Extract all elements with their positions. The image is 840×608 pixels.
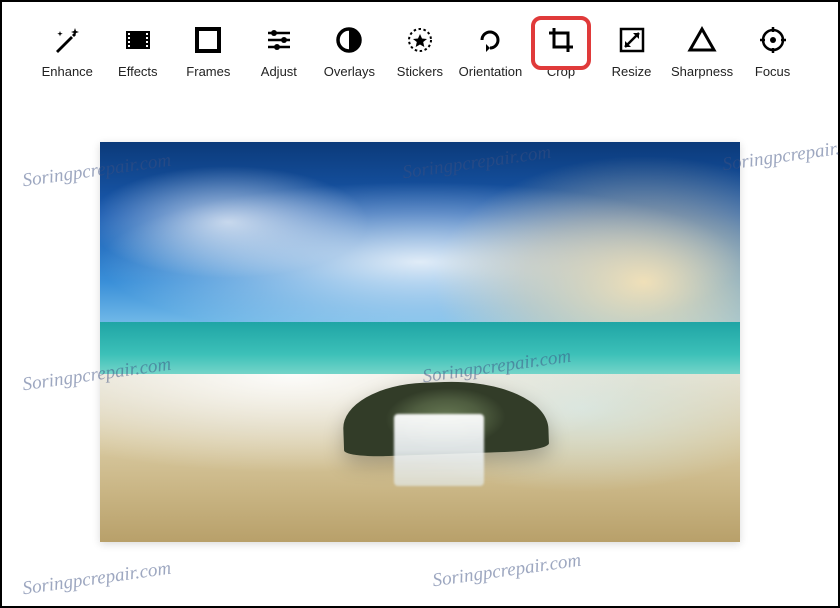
crop-icon bbox=[543, 22, 579, 58]
image-preview[interactable] bbox=[100, 142, 740, 542]
tool-enhance[interactable]: Enhance bbox=[33, 22, 101, 79]
tool-label: Crop bbox=[547, 64, 575, 79]
tool-adjust[interactable]: Adjust bbox=[245, 22, 313, 79]
focus-icon bbox=[755, 22, 791, 58]
tool-label: Overlays bbox=[324, 64, 375, 79]
tool-label: Focus bbox=[755, 64, 790, 79]
editor-toolbar: Enhance Effects Frames Adjust Overlays S… bbox=[2, 2, 838, 102]
enhance-icon bbox=[49, 22, 85, 58]
tool-label: Frames bbox=[186, 64, 230, 79]
tool-sharpness[interactable]: Sharpness bbox=[668, 22, 736, 79]
tool-overlays[interactable]: Overlays bbox=[315, 22, 383, 79]
stickers-icon bbox=[402, 22, 438, 58]
effects-icon bbox=[120, 22, 156, 58]
tool-crop[interactable]: Crop bbox=[527, 22, 595, 79]
tool-label: Enhance bbox=[42, 64, 93, 79]
tool-label: Effects bbox=[118, 64, 158, 79]
overlays-icon bbox=[331, 22, 367, 58]
tool-frames[interactable]: Frames bbox=[174, 22, 242, 79]
tool-resize[interactable]: Resize bbox=[598, 22, 666, 79]
tool-label: Sharpness bbox=[671, 64, 733, 79]
tool-focus[interactable]: Focus bbox=[739, 22, 807, 79]
tool-effects[interactable]: Effects bbox=[104, 22, 172, 79]
orientation-icon bbox=[472, 22, 508, 58]
frames-icon bbox=[190, 22, 226, 58]
tool-label: Orientation bbox=[459, 64, 523, 79]
tool-orientation[interactable]: Orientation bbox=[456, 22, 524, 79]
tool-label: Stickers bbox=[397, 64, 443, 79]
tool-label: Resize bbox=[612, 64, 652, 79]
canvas-area bbox=[2, 102, 838, 606]
preview-waterfall bbox=[394, 414, 484, 486]
adjust-icon bbox=[261, 22, 297, 58]
sharpness-icon bbox=[684, 22, 720, 58]
tool-label: Adjust bbox=[261, 64, 297, 79]
tool-stickers[interactable]: Stickers bbox=[386, 22, 454, 79]
resize-icon bbox=[614, 22, 650, 58]
